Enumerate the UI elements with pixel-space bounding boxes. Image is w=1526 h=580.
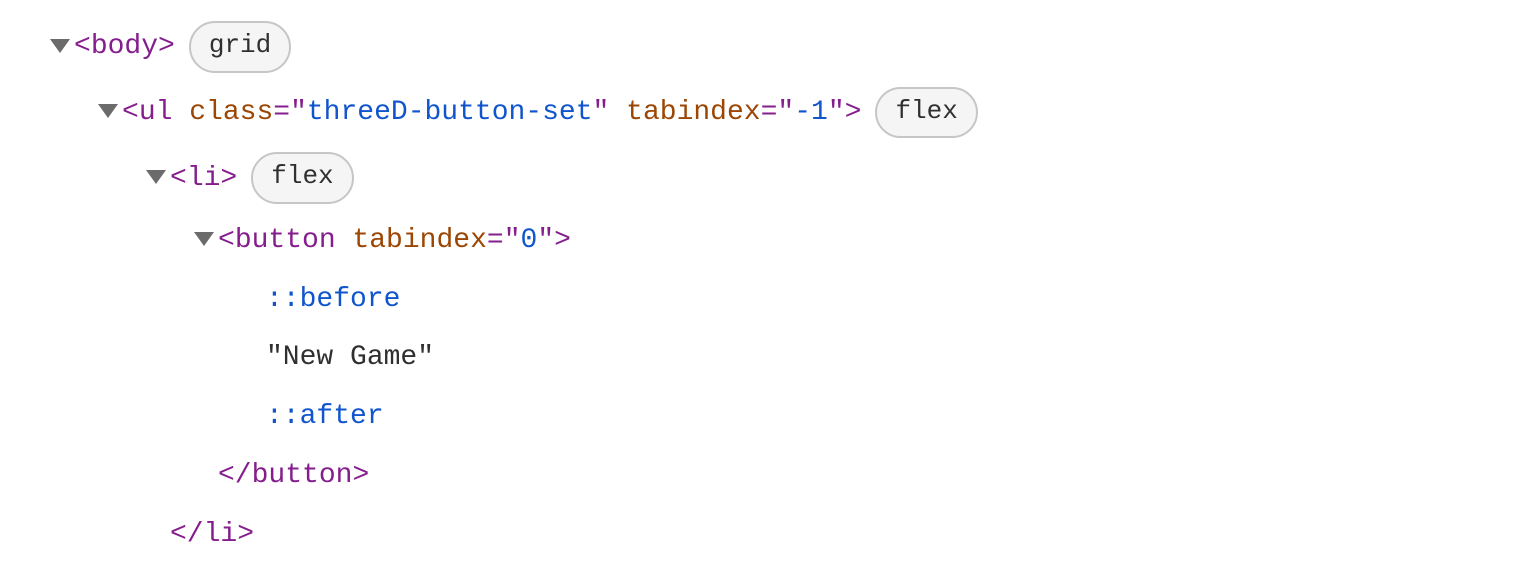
layout-badge-flex[interactable]: flex xyxy=(251,152,353,204)
equals-sign: = xyxy=(761,91,778,136)
dom-tree: <body> grid <ul class="threeD-button-set… xyxy=(0,0,1526,580)
dom-node-ul[interactable]: <ul class="threeD-button-set" tabindex="… xyxy=(50,88,1526,140)
quote-open: " xyxy=(777,91,794,136)
tag-name: button xyxy=(252,454,353,499)
disclosure-triangle-icon[interactable] xyxy=(146,170,166,184)
tag-name: ul xyxy=(139,91,173,136)
dom-node-button[interactable]: <button tabindex="0"> xyxy=(50,219,1526,264)
equals-sign: = xyxy=(487,219,504,264)
quote-close: " xyxy=(593,91,610,136)
tag-close-bracket: > xyxy=(554,219,571,264)
tag-close-bracket: > xyxy=(352,454,369,499)
dom-node-body[interactable]: <body> grid xyxy=(50,22,1526,74)
text-node-content: "New Game" xyxy=(266,336,434,381)
tag-open-bracket: < xyxy=(122,91,139,136)
dom-close-li[interactable]: </li> xyxy=(50,513,1526,558)
dom-close-button[interactable]: </button> xyxy=(50,454,1526,499)
layout-badge-flex[interactable]: flex xyxy=(875,87,977,139)
tag-open-bracket: </ xyxy=(218,454,252,499)
attr-value-class: threeD-button-set xyxy=(307,91,593,136)
pseudo-element-label: ::after xyxy=(266,395,384,440)
quote-close: " xyxy=(828,91,845,136)
disclosure-triangle-icon[interactable] xyxy=(194,232,214,246)
disclosure-triangle-icon[interactable] xyxy=(50,39,70,53)
tag-name: li xyxy=(187,157,221,202)
attr-value-tabindex: -1 xyxy=(794,91,828,136)
pseudo-after[interactable]: ::after xyxy=(50,395,1526,440)
tag-close-bracket: > xyxy=(158,25,175,70)
tag-close-bracket: > xyxy=(845,91,862,136)
pseudo-element-label: ::before xyxy=(266,278,400,323)
pseudo-before[interactable]: ::before xyxy=(50,278,1526,323)
quote-close: " xyxy=(537,219,554,264)
tag-close-bracket: > xyxy=(220,157,237,202)
text-node[interactable]: "New Game" xyxy=(50,336,1526,381)
attr-name-tabindex: tabindex xyxy=(352,219,486,264)
quote-open: " xyxy=(504,219,521,264)
tag-name: body xyxy=(91,25,158,70)
tag-name: li xyxy=(204,513,238,558)
tag-open-bracket: </ xyxy=(170,513,204,558)
disclosure-triangle-icon[interactable] xyxy=(98,104,118,118)
attr-name-tabindex: tabindex xyxy=(626,91,760,136)
layout-badge-grid[interactable]: grid xyxy=(189,21,291,73)
attr-value-tabindex: 0 xyxy=(521,219,538,264)
attr-name-class: class xyxy=(189,91,273,136)
tag-close-bracket: > xyxy=(237,513,254,558)
quote-open: " xyxy=(290,91,307,136)
tag-open-bracket: < xyxy=(170,157,187,202)
tag-open-bracket: < xyxy=(74,25,91,70)
tag-name: button xyxy=(235,219,336,264)
equals-sign: = xyxy=(273,91,290,136)
dom-node-li[interactable]: <li> flex xyxy=(50,153,1526,205)
tag-open-bracket: < xyxy=(218,219,235,264)
